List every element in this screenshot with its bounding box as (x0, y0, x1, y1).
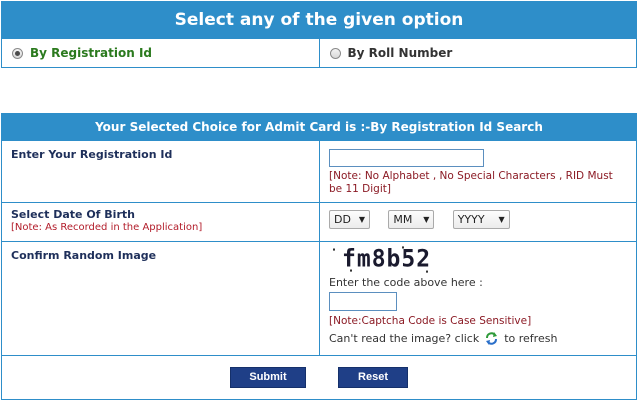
refresh-prefix: Can't read the image? click (329, 332, 480, 345)
registration-label: Enter Your Registration Id (2, 141, 320, 202)
registration-cell: [Note: No Alphabet , No Special Characte… (320, 141, 636, 202)
option-panel-title: Select any of the given option (2, 2, 636, 39)
refresh-icon[interactable] (484, 331, 499, 346)
option-by-registration-id[interactable]: By Registration Id (2, 39, 319, 67)
form-header: Your Selected Choice for Admit Card is :… (2, 114, 636, 140)
captcha-image: fm8b52 (330, 244, 440, 273)
registration-note: [Note: No Alphabet , No Special Characte… (329, 170, 613, 195)
captcha-label: Confirm Random Image (2, 242, 320, 355)
dob-row: Select Date Of Birth [Note: As Recorded … (2, 202, 636, 241)
captcha-cell: fm8b52 Enter the code above here : [Note… (320, 242, 636, 355)
captcha-prompt: Enter the code above here : (329, 276, 483, 289)
chevron-down-icon: ▼ (498, 215, 505, 224)
day-select-value: DD (334, 213, 351, 226)
registration-id-input[interactable] (329, 149, 484, 167)
admit-card-form: Your Selected Choice for Admit Card is :… (1, 113, 637, 400)
refresh-suffix: to refresh (504, 332, 558, 345)
option-panel: Select any of the given option By Regist… (1, 1, 637, 68)
year-select-value: YYYY (457, 213, 485, 226)
option-by-roll-number[interactable]: By Roll Number (318, 39, 637, 67)
captcha-row: Confirm Random Image fm8b52 Enter the co… (2, 241, 636, 355)
captcha-text: fm8b52 (342, 245, 432, 273)
dob-cell: DD ▼ MM ▼ YYYY ▼ (320, 203, 636, 241)
radio-registration-id[interactable] (12, 47, 23, 59)
month-select[interactable]: MM ▼ (388, 210, 435, 229)
captcha-input[interactable] (329, 292, 397, 311)
reset-button[interactable]: Reset (338, 367, 408, 388)
option-label-roll-number: By Roll Number (347, 46, 453, 60)
dob-label-cell: Select Date Of Birth [Note: As Recorded … (2, 203, 320, 241)
day-select[interactable]: DD ▼ (329, 210, 370, 229)
button-row: Submit Reset (2, 355, 636, 399)
dob-label: Select Date Of Birth (11, 208, 135, 221)
option-row: By Registration Id By Roll Number (2, 39, 636, 67)
captcha-note: [Note:Captcha Code is Case Sensitive] (329, 315, 532, 327)
dob-note: [Note: As Recorded in the Application] (11, 222, 203, 233)
chevron-down-icon: ▼ (423, 215, 430, 224)
captcha-refresh-line: Can't read the image? click to refresh (329, 331, 628, 346)
registration-row: Enter Your Registration Id [Note: No Alp… (2, 140, 636, 202)
submit-button[interactable]: Submit (230, 367, 306, 388)
year-select[interactable]: YYYY ▼ (452, 210, 510, 229)
chevron-down-icon: ▼ (358, 215, 365, 224)
radio-roll-number[interactable] (329, 47, 341, 59)
month-select-value: MM (393, 213, 413, 226)
option-label-registration-id: By Registration Id (30, 46, 152, 60)
